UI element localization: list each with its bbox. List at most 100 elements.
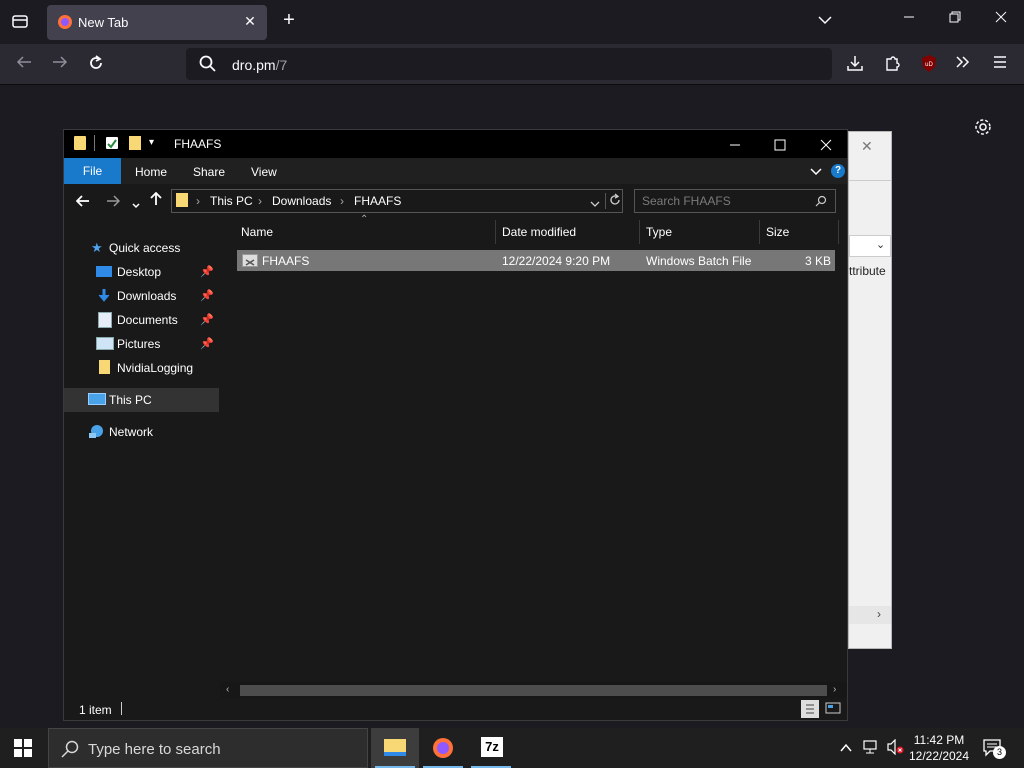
nav-pictures[interactable]: Pictures 📌 [64,332,219,356]
breadcrumb-downloads[interactable]: Downloads [272,194,331,208]
breadcrumb-separator: › [196,194,200,208]
nav-nvidialogging[interactable]: NvidiaLogging [64,356,219,380]
navigation-pane: ★ Quick access Desktop 📌 Downloads 📌 Doc… [64,218,219,698]
batch-file-icon [242,254,258,267]
large-icons-view-icon[interactable] [825,701,841,720]
minimize-browser-icon[interactable] [900,10,918,29]
breadcrumb-this-pc[interactable]: This PC [210,194,253,208]
pin-icon: 📌 [200,266,214,278]
scroll-right-icon[interactable]: › [833,684,836,695]
volume-muted-icon[interactable] [886,738,904,760]
address-bar[interactable]: › This PC › Downloads › FHAAFS [171,189,623,213]
tab-share[interactable]: Share [193,165,225,179]
list-tabs-icon[interactable] [815,12,835,30]
tab-home[interactable]: Home [135,165,167,179]
nav-this-pc[interactable]: This PC [64,388,219,412]
forward-icon[interactable] [50,54,70,75]
firefox-view-icon[interactable] [10,13,30,34]
background-dialog: ✕ ⌄ ttribute › [848,131,892,649]
properties-icon[interactable] [106,137,118,149]
nav-downloads[interactable]: Downloads 📌 [64,284,219,308]
taskbar-file-explorer[interactable] [371,728,419,768]
help-icon[interactable]: ? [831,164,845,178]
file-explorer-icon [384,739,406,756]
horizontal-scrollbar[interactable]: ‹ › [220,682,847,699]
reload-icon[interactable] [86,54,106,77]
maximize-icon[interactable] [774,138,786,156]
tab-new-tab[interactable]: New Tab ✕ [47,5,267,40]
column-header-type[interactable]: Type [646,225,672,239]
menu-icon[interactable] [990,54,1010,75]
column-separator[interactable] [838,220,839,244]
downloads-icon[interactable] [845,54,865,77]
firefox-tab-icon [57,14,73,35]
more-tools-icon[interactable] [953,54,973,75]
tab-view[interactable]: View [251,165,277,179]
title-bar[interactable]: ▾ FHAAFS [64,130,847,158]
address-dropdown-icon[interactable] [590,196,600,214]
refresh-icon[interactable] [608,193,622,212]
dropdown[interactable]: ⌄ [849,235,891,257]
settings-gear-icon[interactable] [973,117,993,142]
nav-quick-access[interactable]: ★ Quick access [64,236,219,260]
taskbar-firefox[interactable] [419,728,467,768]
close-window-icon[interactable] [820,138,832,156]
nav-label: Documents [117,313,178,327]
new-folder-icon[interactable] [129,136,141,150]
taskbar-search-box[interactable]: Type here to search [48,728,368,768]
column-header-name[interactable]: Name [241,225,273,239]
search-icon [815,194,827,212]
scroll-left-icon[interactable]: ‹ [226,684,229,695]
taskbar-search-placeholder: Type here to search [88,741,221,758]
scrollbar-thumb[interactable] [240,685,827,696]
url-bar[interactable]: dro.pm/7 [186,48,832,80]
taskbar: Type here to search 7z 11:42 PM 12/22/20… [0,728,1024,768]
notification-badge: 3 [993,746,1006,759]
url-host: dro.pm [232,57,276,73]
divider [849,180,891,181]
breadcrumb-fhaafs[interactable]: FHAAFS [354,194,401,208]
back-icon[interactable] [14,54,34,75]
show-hidden-icons-icon[interactable] [840,740,852,758]
file-date: 12/22/2024 9:20 PM [502,254,611,268]
sort-ascending-icon: ⌃ [360,214,369,225]
file-explorer-window: ▾ FHAAFS File Home Share View ? › This P… [63,129,848,721]
network-status-icon[interactable] [862,739,880,760]
network-icon [88,424,104,438]
close-tab-icon[interactable]: ✕ [242,13,258,30]
action-center-icon[interactable]: 3 [983,738,1006,759]
column-header-size[interactable]: Size [766,225,789,239]
details-view-icon[interactable] [801,700,819,718]
minimize-icon[interactable] [729,138,741,156]
chevron-right-icon: › [877,607,881,621]
nav-label: Pictures [117,337,161,351]
expand-ribbon-icon[interactable] [810,164,822,182]
column-separator[interactable] [639,220,640,244]
tab-file[interactable]: File [64,158,121,184]
nav-network[interactable]: Network [64,420,219,444]
column-separator[interactable] [759,220,760,244]
column-separator[interactable] [495,220,496,244]
pin-icon: 📌 [200,290,214,302]
back-arrow-icon[interactable] [75,194,90,212]
ublock-origin-icon[interactable]: uD [919,54,939,74]
customize-qat-icon[interactable]: ▾ [149,137,154,148]
extensions-icon[interactable] [882,54,902,77]
close-icon[interactable]: ✕ [861,138,873,155]
nav-documents[interactable]: Documents 📌 [64,308,219,332]
forward-arrow-icon[interactable] [106,194,121,212]
file-row[interactable]: FHAAFS 12/22/2024 9:20 PM Windows Batch … [237,250,835,271]
column-header-date[interactable]: Date modified [502,225,576,239]
up-arrow-icon[interactable] [150,191,162,211]
pin-icon: 📌 [200,338,214,350]
restore-browser-icon[interactable] [946,10,964,29]
search-box[interactable]: Search FHAAFS [634,189,836,213]
new-tab-icon[interactable]: + [279,9,299,32]
nav-desktop[interactable]: Desktop 📌 [64,260,219,284]
windows-start-icon[interactable] [14,739,32,762]
scrollbar[interactable]: › [849,606,891,624]
recent-locations-icon[interactable] [132,196,140,214]
close-browser-icon[interactable] [992,10,1010,29]
clock[interactable]: 11:42 PM 12/22/2024 [906,732,972,764]
taskbar-7zip[interactable]: 7z [467,728,515,768]
